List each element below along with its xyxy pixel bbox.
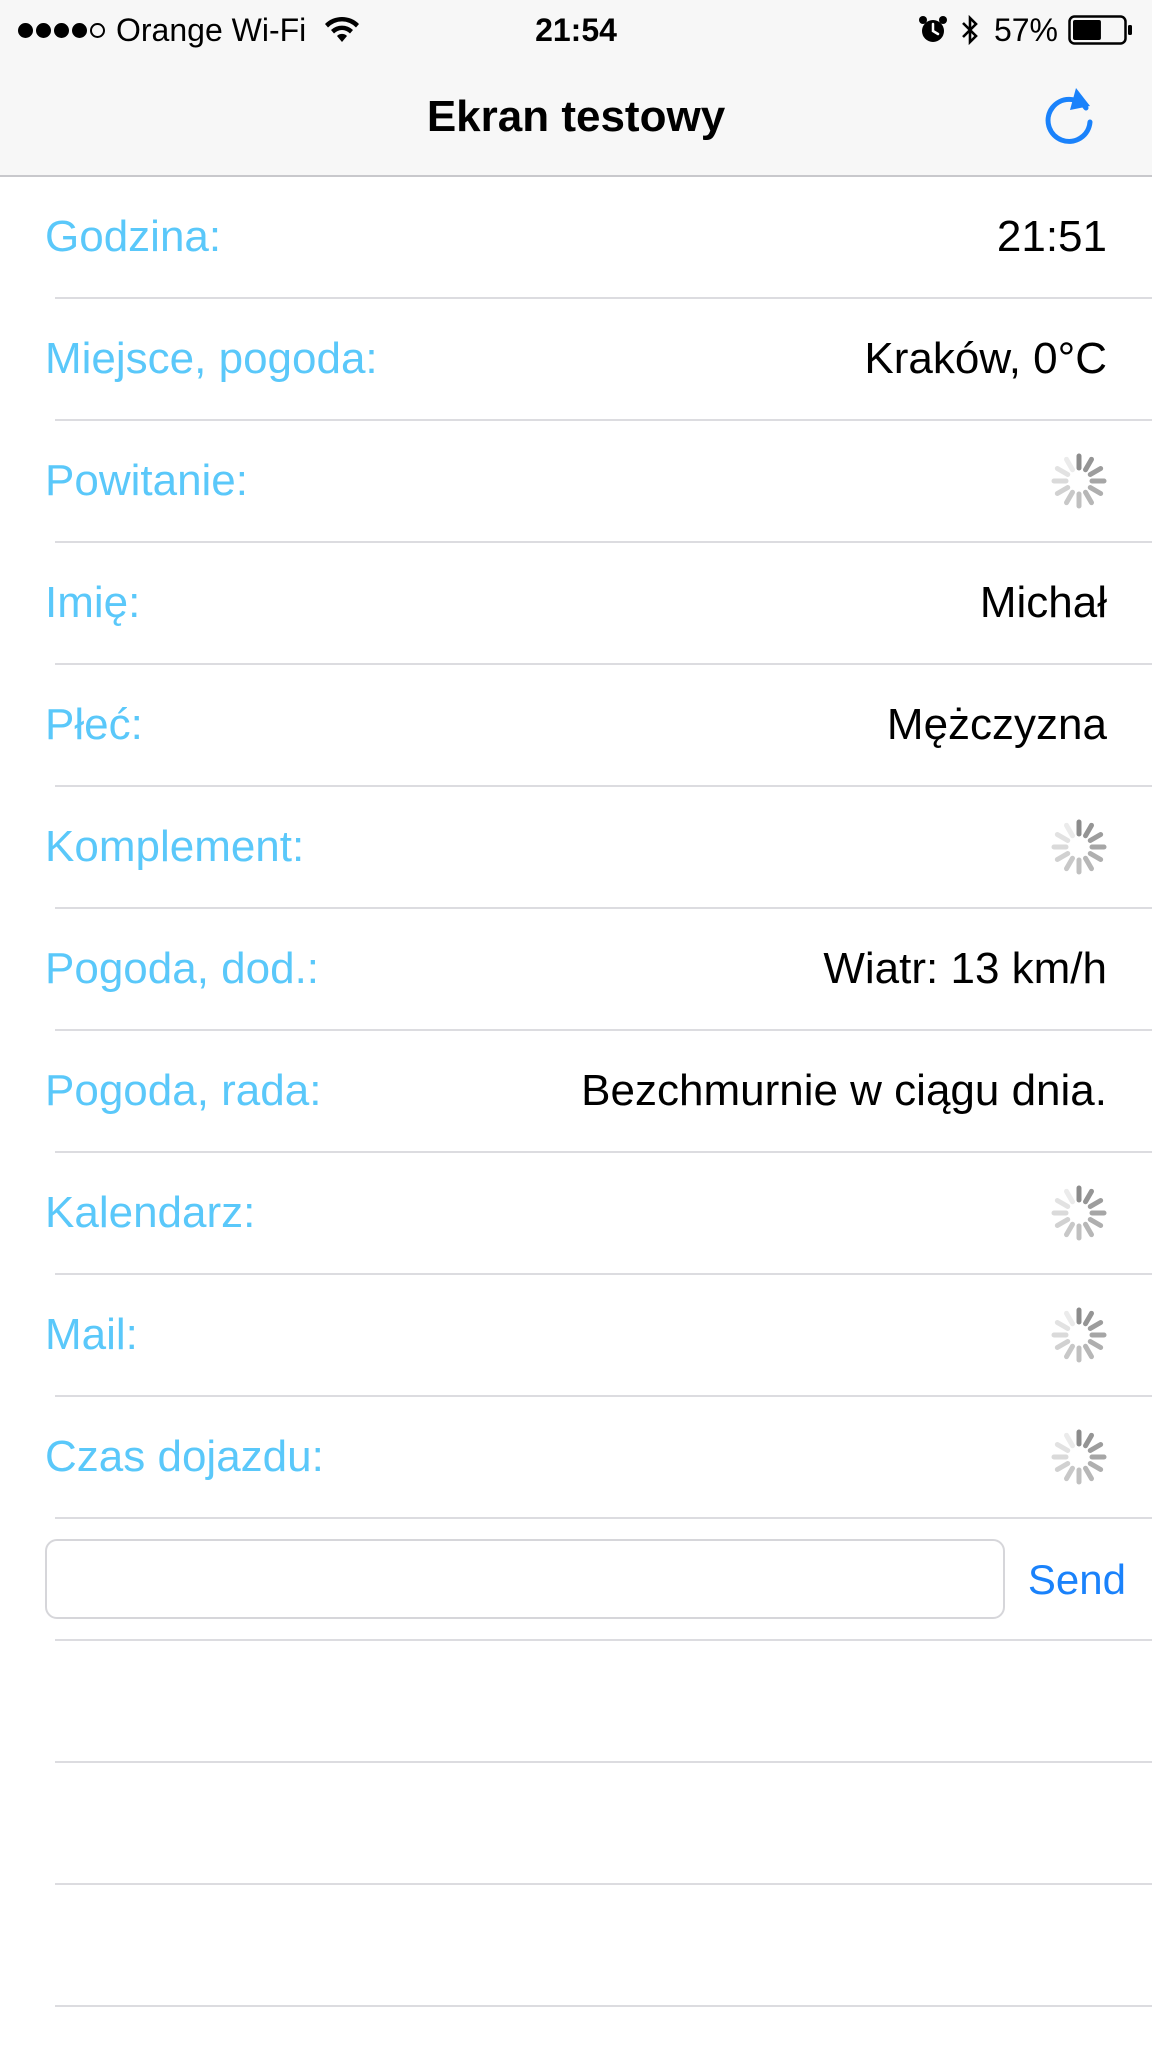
row-value: Bezchmurnie w ciągu dnia.	[581, 1066, 1107, 1115]
empty-row	[0, 1885, 1152, 2007]
empty-row	[0, 1641, 1152, 1763]
table-row: Kalendarz:	[0, 1153, 1152, 1275]
bluetooth-icon	[962, 14, 978, 46]
table-row: Pogoda, dod.: Wiatr: 13 km/h	[0, 909, 1152, 1031]
row-value: 21:51	[996, 212, 1107, 261]
row-label: Płeć:	[45, 700, 143, 749]
row-value: Kraków, 0°C	[864, 334, 1107, 383]
row-label: Kalendarz:	[45, 1188, 256, 1237]
alarm-icon	[918, 16, 947, 42]
table-row: Powitanie:	[0, 421, 1152, 543]
row-label: Miejsce, pogoda:	[45, 334, 378, 383]
row-label: Mail:	[45, 1310, 138, 1359]
table-row: Płeć: Mężczyzna	[0, 665, 1152, 787]
row-label: Komplement:	[45, 822, 305, 871]
loading-spinner-icon	[1051, 1429, 1107, 1485]
row-label: Pogoda, dod.:	[45, 944, 320, 993]
info-list: Godzina: 21:51 Miejsce, pogoda: Kraków, 0°C…	[0, 177, 1152, 2007]
row-value: Michał	[979, 578, 1107, 627]
table-row: Mail:	[0, 1275, 1152, 1397]
row-value: Mężczyzna	[886, 700, 1107, 749]
battery-percent: 57%	[993, 12, 1058, 48]
message-input[interactable]	[45, 1539, 1005, 1619]
table-row: Pogoda, rada: Bezchmurnie w ciągu dnia.	[0, 1031, 1152, 1153]
loading-spinner-icon	[1051, 1307, 1107, 1363]
row-label: Imię:	[45, 578, 141, 627]
row-label: Powitanie:	[45, 456, 249, 505]
loading-spinner-icon	[1051, 819, 1107, 875]
table-row: Godzina: 21:51	[0, 177, 1152, 299]
row-label: Godzina:	[45, 212, 222, 261]
row-label: Pogoda, rada:	[45, 1066, 322, 1115]
row-value: Wiatr: 13 km/h	[823, 944, 1107, 993]
status-bar: Orange Wi-Fi 21:54 57%	[0, 0, 1152, 59]
loading-spinner-icon	[1051, 1185, 1107, 1241]
status-right: 57%	[918, 10, 1134, 50]
loading-spinner-icon	[1051, 453, 1107, 509]
send-form: Send	[0, 1519, 1152, 1641]
battery-icon	[1068, 15, 1132, 45]
table-row: Komplement:	[0, 787, 1152, 909]
page-title: Ekran testowy	[426, 92, 726, 141]
table-row: Imię: Michał	[0, 543, 1152, 665]
send-button[interactable]: Send	[1028, 1519, 1126, 1641]
table-row: Czas dojazdu:	[0, 1397, 1152, 1519]
navigation-bar: Ekran testowy	[0, 59, 1152, 177]
refresh-icon[interactable]	[1036, 84, 1102, 150]
row-label: Czas dojazdu:	[45, 1432, 324, 1481]
table-row: Miejsce, pogoda: Kraków, 0°C	[0, 299, 1152, 421]
empty-row	[0, 1763, 1152, 1885]
